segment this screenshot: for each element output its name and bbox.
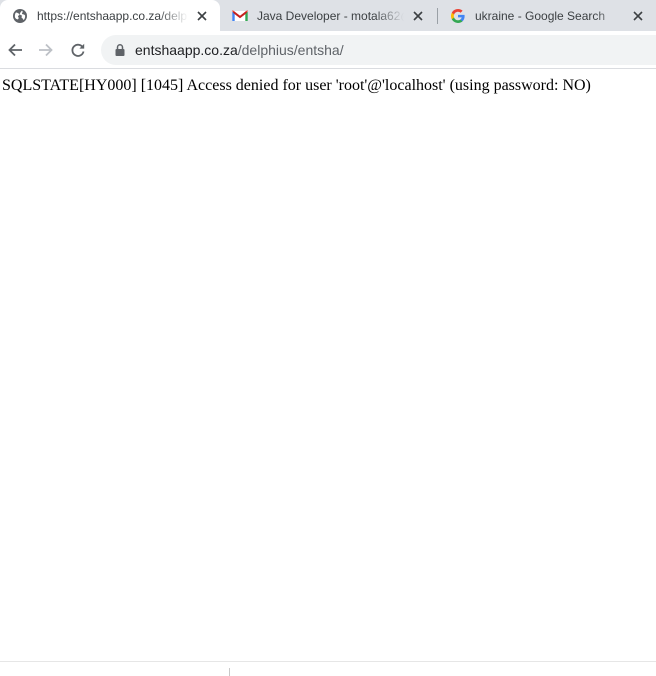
divider	[229, 668, 230, 676]
google-icon	[450, 8, 466, 24]
url-host: entshaapp.co.za	[135, 42, 238, 58]
close-icon[interactable]	[630, 8, 646, 24]
error-message: SQLSTATE[HY000] [1045] Access denied for…	[2, 77, 591, 94]
tab-google-search[interactable]: ukraine - Google Search	[438, 0, 656, 31]
tab-strip: https://entshaapp.co.za/delphius/entsha/…	[0, 0, 656, 31]
address-bar[interactable]: entshaapp.co.za/delphius/entsha/	[101, 35, 656, 65]
url-path: /delphius/entsha/	[237, 42, 344, 58]
arrow-left-icon	[8, 43, 22, 57]
url-text[interactable]: entshaapp.co.za/delphius/entsha/	[135, 42, 344, 58]
close-icon[interactable]	[410, 8, 426, 24]
tab-title: Java Developer - motala62@gmail.com	[257, 8, 404, 23]
tab-title: https://entshaapp.co.za/delphius/entsha/	[37, 8, 188, 23]
tab-entshaapp[interactable]: https://entshaapp.co.za/delphius/entsha/	[0, 0, 220, 31]
back-button[interactable]	[3, 38, 27, 62]
browser-toolbar: entshaapp.co.za/delphius/entsha/	[0, 31, 656, 69]
divider	[0, 661, 656, 662]
tab-gmail[interactable]: Java Developer - motala62@gmail.com	[220, 0, 436, 31]
tab-title: ukraine - Google Search	[475, 8, 606, 23]
forward-button[interactable]	[34, 38, 58, 62]
reload-button[interactable]	[66, 38, 90, 62]
arrow-right-icon	[39, 43, 53, 57]
gmail-icon	[232, 8, 248, 24]
lock-icon	[115, 44, 125, 56]
page-content: SQLSTATE[HY000] [1045] Access denied for…	[0, 69, 656, 661]
close-icon[interactable]	[194, 8, 210, 24]
reload-icon	[71, 43, 85, 57]
globe-icon	[12, 8, 28, 24]
